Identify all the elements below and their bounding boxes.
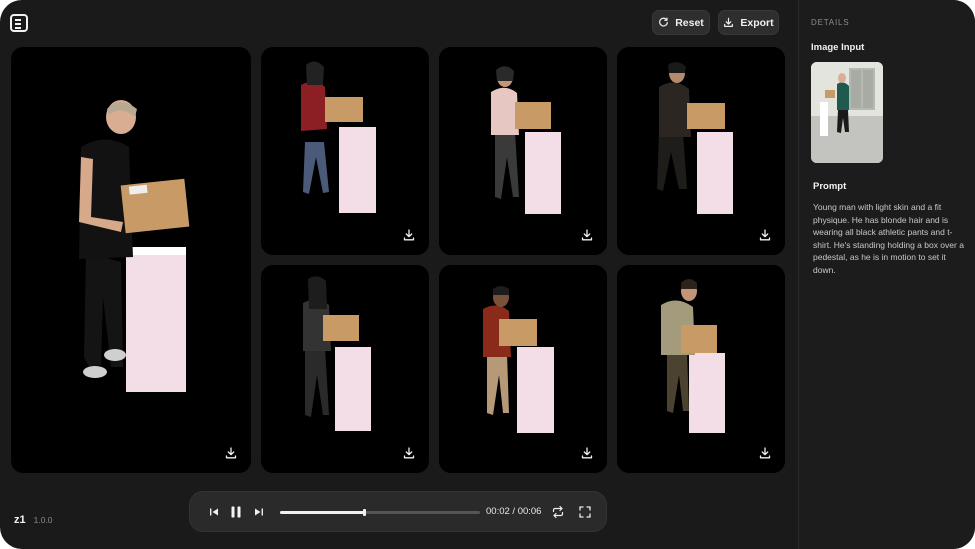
variant-figure xyxy=(301,61,376,213)
variant-tile-5[interactable] xyxy=(439,265,607,473)
variant-figure xyxy=(657,61,733,214)
variant-tile-4[interactable] xyxy=(261,265,429,473)
download-button[interactable] xyxy=(225,447,237,459)
variant-figure xyxy=(661,279,725,433)
download-button[interactable] xyxy=(403,229,415,241)
skip-forward-button[interactable] xyxy=(252,505,266,519)
variant-tile-2[interactable] xyxy=(439,47,607,255)
download-icon xyxy=(759,447,771,459)
loop-button[interactable] xyxy=(551,505,565,519)
variant-figure xyxy=(483,286,554,433)
download-icon xyxy=(225,447,237,459)
input-photo xyxy=(811,62,883,163)
progress-handle[interactable] xyxy=(363,509,366,516)
logo-icon[interactable] xyxy=(10,14,28,32)
export-button[interactable]: Export xyxy=(718,10,779,35)
download-icon xyxy=(759,229,771,241)
export-label: Export xyxy=(740,16,774,29)
playback-controls: 00:02 / 00:06 xyxy=(189,491,607,532)
brand: z1 1.0.0 xyxy=(14,514,53,526)
download-button[interactable] xyxy=(581,229,593,241)
download-icon xyxy=(403,447,415,459)
variant-tile-3[interactable] xyxy=(617,47,785,255)
skip-back-button[interactable] xyxy=(207,505,221,519)
variant-tile-6[interactable] xyxy=(617,265,785,473)
download-button[interactable] xyxy=(759,447,771,459)
preview-figure xyxy=(79,100,190,392)
fullscreen-button[interactable] xyxy=(578,505,592,519)
download-icon xyxy=(581,229,593,241)
skip-forward-icon xyxy=(255,508,263,516)
pause-button[interactable] xyxy=(229,505,245,519)
image-input-label: Image Input xyxy=(811,42,865,53)
download-button[interactable] xyxy=(403,447,415,459)
details-sidebar: DETAILS Image Input Prompt Young man wit… xyxy=(798,0,975,549)
loop-icon xyxy=(552,505,564,519)
variant-figure xyxy=(491,66,561,214)
export-icon xyxy=(724,17,734,27)
prompt-label: Prompt xyxy=(813,181,847,192)
variant-tile-1[interactable] xyxy=(261,47,429,255)
sidebar-title: DETAILS xyxy=(811,18,850,27)
reset-label: Reset xyxy=(675,16,704,29)
pause-icon xyxy=(231,506,241,518)
progress-fill xyxy=(280,511,364,514)
image-input-thumbnail[interactable] xyxy=(811,62,883,163)
progress-track[interactable] xyxy=(280,509,480,516)
app-window: Reset Export z1 1.0.0 00:02 / 00:06 DETA… xyxy=(0,0,975,549)
fullscreen-icon xyxy=(579,506,591,518)
time-readout: 00:02 / 00:06 xyxy=(486,506,542,517)
download-icon xyxy=(403,229,415,241)
main-preview-tile[interactable] xyxy=(11,47,251,473)
download-icon xyxy=(581,447,593,459)
skip-back-icon xyxy=(210,508,218,516)
reset-button[interactable]: Reset xyxy=(652,10,710,35)
variant-figure xyxy=(303,276,371,431)
download-button[interactable] xyxy=(759,229,771,241)
brand-mark: z1 xyxy=(14,514,26,526)
version-label: 1.0.0 xyxy=(33,515,53,525)
prompt-text: Young man with light skin and a fit phys… xyxy=(813,202,964,275)
download-button[interactable] xyxy=(581,447,593,459)
reset-icon xyxy=(659,17,669,27)
